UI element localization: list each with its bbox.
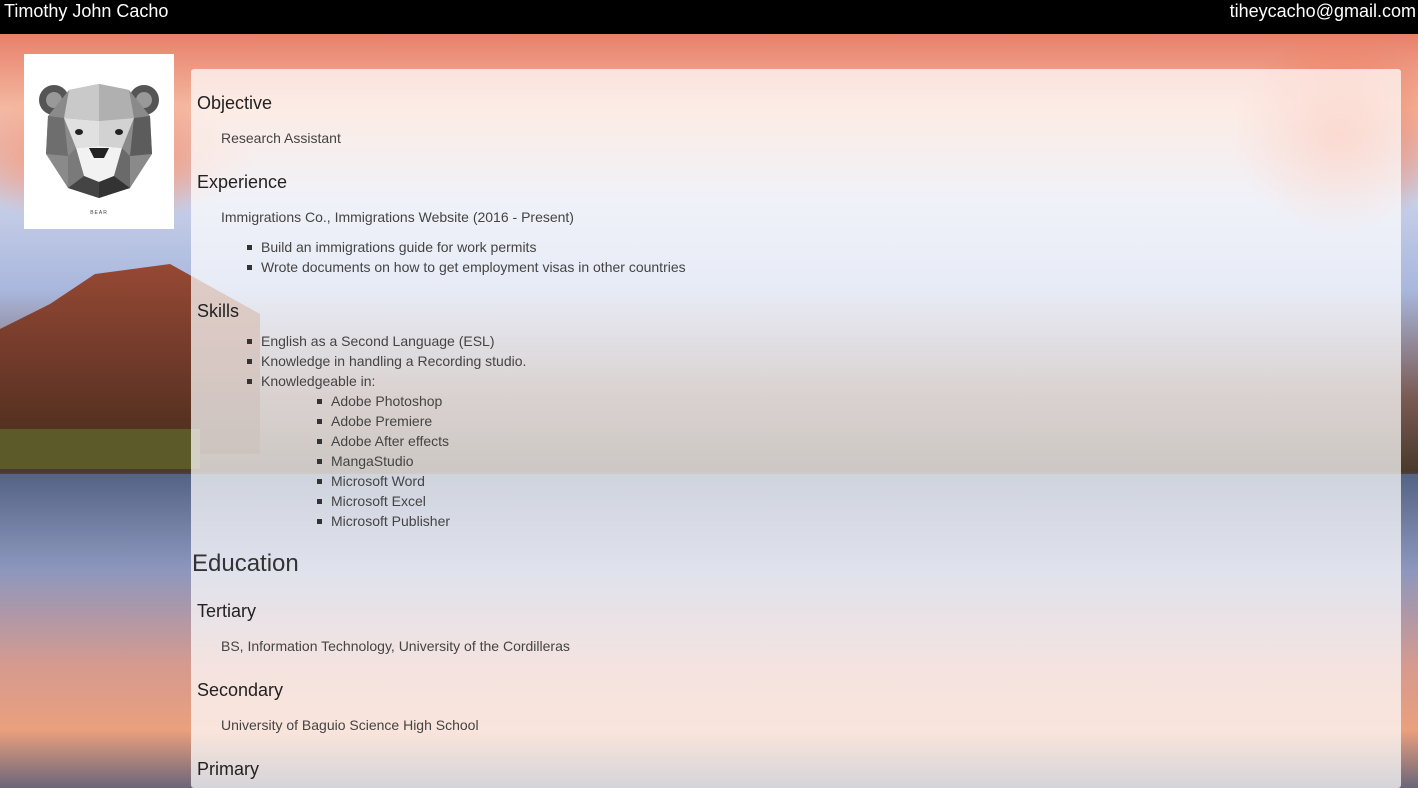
background-shore xyxy=(0,429,200,469)
software-list: Adobe Photoshop Adobe Premiere Adobe Aft… xyxy=(315,391,450,531)
profile-caption: BEAR xyxy=(90,210,108,216)
experience-job: Immigrations Co., Immigrations Website (… xyxy=(221,209,574,225)
objective-text: Research Assistant xyxy=(221,130,341,146)
list-item: Microsoft Excel xyxy=(315,491,450,511)
skills-list: English as a Second Language (ESL) Knowl… xyxy=(245,331,526,391)
experience-list: Build an immigrations guide for work per… xyxy=(245,237,686,277)
list-item: Microsoft Word xyxy=(315,471,450,491)
list-item: Wrote documents on how to get employment… xyxy=(245,257,686,277)
profile-picture: BEAR xyxy=(24,54,174,229)
bear-icon xyxy=(39,84,159,198)
list-item: Knowledgeable in: xyxy=(245,371,526,391)
resume-panel: Objective Research Assistant Experience … xyxy=(191,69,1401,788)
email-address[interactable]: tiheycacho@gmail.com xyxy=(1230,1,1416,22)
list-item: Microsoft Publisher xyxy=(315,511,450,531)
objective-heading: Objective xyxy=(197,93,273,113)
list-item: Adobe After effects xyxy=(315,431,450,451)
tertiary-text: BS, Information Technology, University o… xyxy=(221,638,570,654)
secondary-heading: Secondary xyxy=(197,680,284,700)
list-item: MangaStudio xyxy=(315,451,450,471)
top-bar: Timothy John Cacho tiheycacho@gmail.com xyxy=(0,0,1418,34)
list-item: Adobe Photoshop xyxy=(315,391,450,411)
secondary-text: University of Baguio Science High School xyxy=(221,717,479,733)
education-heading: Education xyxy=(192,550,299,577)
primary-heading: Primary xyxy=(197,759,259,779)
list-item: Adobe Premiere xyxy=(315,411,450,431)
tertiary-heading: Tertiary xyxy=(197,601,257,621)
skills-heading: Skills xyxy=(197,301,240,321)
list-item: Knowledge in handling a Recording studio… xyxy=(245,351,526,371)
list-item: English as a Second Language (ESL) xyxy=(245,331,526,351)
owner-name: Timothy John Cacho xyxy=(4,1,169,21)
list-item: Build an immigrations guide for work per… xyxy=(245,237,686,257)
experience-heading: Experience xyxy=(197,172,288,192)
